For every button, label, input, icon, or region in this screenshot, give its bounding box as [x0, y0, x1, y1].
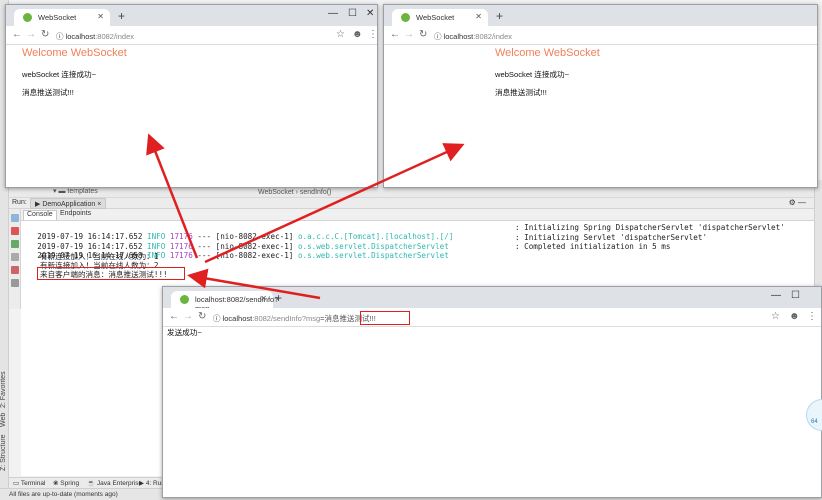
forward-icon[interactable]: → — [404, 29, 414, 40]
ide-right-tool-strip — [814, 180, 822, 290]
browser-window-1: WebSocket ✕ + — ☐ ✕ ← → ↻ ⓘ localhost:80… — [5, 4, 378, 188]
star-icon[interactable]: ☆ — [336, 29, 345, 40]
favorites-side-tab[interactable]: 2: Favorites — [0, 370, 9, 410]
log-message: : Completed initialization in 5 ms — [515, 242, 671, 251]
reload-icon[interactable]: ↻ — [419, 29, 427, 40]
minimize-button[interactable]: — — [328, 8, 338, 19]
browser-toolbar: ← → ↻ ⓘ localhost:8082/sendInfo?msg=消息推送… — [163, 308, 821, 327]
page-content: Welcome WebSocket webSocket 连接成功~ 消息推送测试… — [384, 45, 817, 187]
browser-titlebar: localhost:8082/sendInfo?msg ✕ + — ☐ — [163, 287, 821, 313]
spring-favicon-icon — [180, 295, 189, 304]
close-window-button[interactable]: ✕ — [366, 8, 374, 19]
info-icon[interactable]: ⓘ — [56, 32, 64, 41]
browser-window-2: WebSocket ✕ + ← → ↻ ⓘ localhost:8082/ind… — [383, 4, 818, 188]
menu-icon[interactable]: ⋮ — [368, 29, 377, 40]
browser-window-3: localhost:8082/sendInfo?msg ✕ + — ☐ ← → … — [162, 286, 822, 498]
minimize-button[interactable]: — — [771, 290, 781, 301]
send-result: 发送成功~ — [167, 328, 202, 337]
address-bar[interactable]: ⓘ localhost:8082/index — [434, 29, 734, 42]
page-content: Welcome WebSocket webSocket 连接成功~ 消息推送测试… — [6, 45, 377, 187]
browser-tab[interactable]: WebSocket ✕ — [392, 9, 488, 26]
pin-icon[interactable] — [11, 279, 19, 287]
client-message-highlight — [37, 267, 185, 280]
browser-toolbar: ← → ↻ ⓘ localhost:8082/index — [384, 26, 817, 45]
close-tab-icon[interactable]: ✕ — [260, 294, 267, 303]
status-text: All files are up-to-date (moments ago) — [9, 491, 118, 498]
maximize-button[interactable]: ☐ — [348, 8, 357, 19]
forward-icon[interactable]: → — [26, 29, 36, 40]
spring-tab[interactable]: ❀ Spring — [53, 479, 79, 487]
forward-icon[interactable]: → — [183, 311, 193, 322]
java-enterprise-tab[interactable]: ☕ Java Enterprise — [87, 479, 142, 487]
close-tab-icon[interactable]: ✕ — [475, 12, 482, 21]
tab-endpoints[interactable]: Endpoints — [57, 210, 94, 220]
breadcrumb[interactable]: WebSocket › sendInfo() — [258, 189, 331, 196]
close-tab-icon[interactable]: ✕ — [97, 12, 104, 21]
address-bar[interactable]: ⓘ localhost:8082/index — [56, 29, 356, 42]
reload-icon[interactable]: ↻ — [198, 311, 206, 322]
page-title: Welcome WebSocket — [22, 47, 127, 59]
log-message: : Initializing Spring DispatcherServlet … — [515, 223, 785, 232]
tab-title: WebSocket — [416, 13, 455, 22]
run-label: Run: — [12, 199, 27, 206]
reload-icon[interactable]: ↻ — [41, 29, 49, 40]
info-icon[interactable]: ⓘ — [434, 32, 442, 41]
page-title: Welcome WebSocket — [495, 47, 600, 59]
connection-status: webSocket 连接成功~ — [22, 70, 97, 79]
pushed-message: 消息推送测试!!! — [22, 88, 74, 97]
console-tab-bar: Console Endpoints — [21, 209, 814, 221]
page-content: 发送成功~ — [163, 327, 821, 497]
rerun-icon[interactable] — [11, 214, 19, 222]
maximize-button[interactable]: ☐ — [791, 290, 800, 301]
url-param-highlight — [360, 311, 410, 325]
back-icon[interactable]: ← — [12, 29, 22, 40]
browser-tab[interactable]: WebSocket ✕ — [14, 9, 110, 26]
new-tab-button[interactable]: + — [496, 9, 503, 23]
browser-titlebar: WebSocket ✕ + — [384, 5, 817, 26]
connection-status: webSocket 连接成功~ — [495, 70, 570, 79]
spring-favicon-icon — [23, 13, 32, 22]
new-tab-button[interactable]: + — [118, 9, 125, 23]
structure-side-tab[interactable]: Z: Structure — [0, 434, 9, 472]
profile-icon[interactable]: ☻ — [352, 29, 363, 40]
resume-icon[interactable] — [11, 240, 19, 248]
log-message: : Initializing Servlet 'dispatcherServle… — [515, 233, 708, 242]
browser-titlebar: WebSocket ✕ + — ☐ ✕ — [6, 5, 377, 26]
back-icon[interactable]: ← — [169, 311, 179, 322]
settings-gear-icon[interactable]: ⚙ — — [789, 198, 806, 207]
address-bar[interactable]: ⓘ localhost:8082/sendInfo?msg=消息推送测试!!! — [213, 311, 573, 325]
pushed-message: 消息推送测试!!! — [495, 88, 547, 97]
terminal-tab[interactable]: ▭ Terminal — [13, 479, 45, 487]
stop-icon[interactable] — [11, 227, 19, 235]
templates-folder[interactable]: ▾ ▬ templates — [53, 187, 98, 195]
back-icon[interactable]: ← — [390, 29, 400, 40]
spring-favicon-icon — [401, 13, 410, 22]
new-tab-button[interactable]: + — [275, 291, 282, 305]
info-icon[interactable]: ⓘ — [213, 314, 221, 323]
web-side-tab[interactable]: Web — [0, 412, 9, 428]
menu-icon[interactable]: ⋮ — [807, 311, 817, 322]
camera-icon[interactable] — [11, 253, 19, 261]
star-icon[interactable]: ☆ — [771, 311, 780, 322]
browser-toolbar: ← → ↻ ⓘ localhost:8082/index ☆ ☻ ⋮ — [6, 26, 377, 45]
run-panel-header: Run: ▶ DemoApplication × ⚙ — — [9, 198, 814, 209]
tab-console[interactable]: Console — [23, 210, 57, 220]
exit-icon[interactable] — [11, 266, 19, 274]
profile-icon[interactable]: ☻ — [789, 311, 800, 322]
tab-title: WebSocket — [38, 13, 77, 22]
run-config-tab[interactable]: ▶ DemoApplication × — [30, 198, 107, 209]
browser-tab[interactable]: localhost:8082/sendInfo?msg ✕ — [171, 291, 278, 313]
